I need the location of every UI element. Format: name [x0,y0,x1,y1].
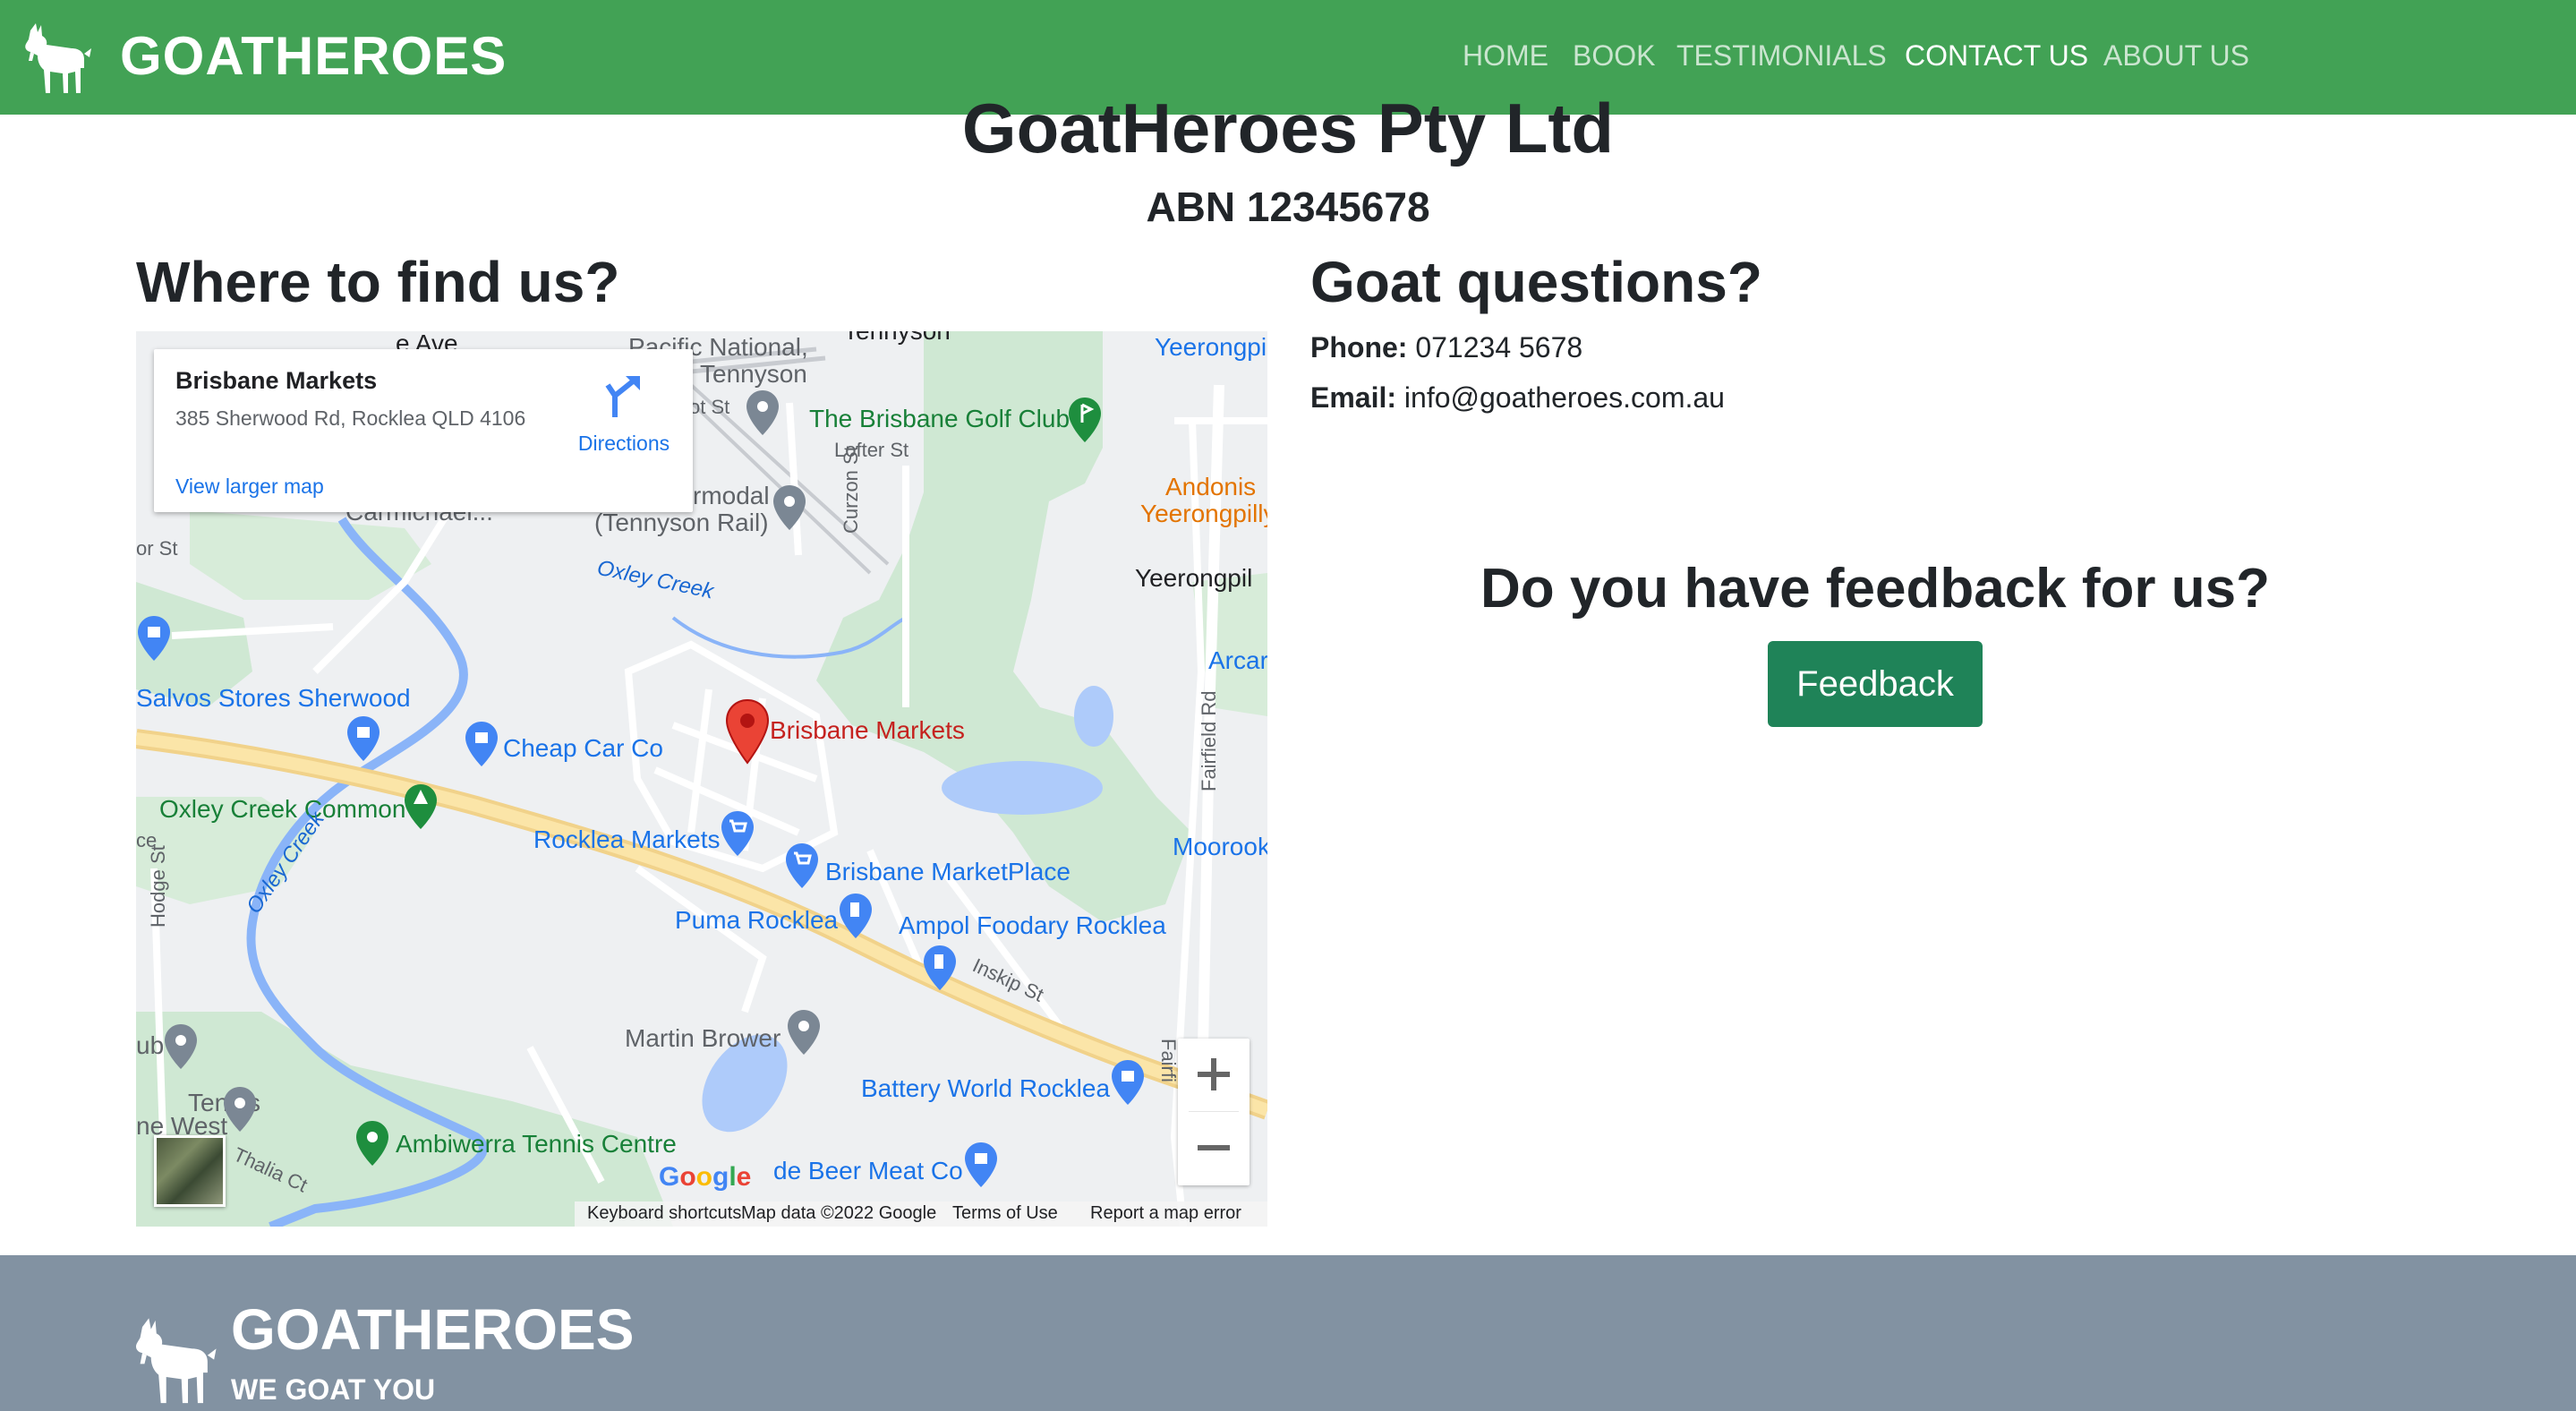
map-label: Brisbane Markets [770,716,965,744]
map-label: Hodge St [147,845,169,928]
shop-pin-icon[interactable] [963,1141,999,1189]
map-info-card: Brisbane Markets 385 Sherwood Rd, Rockle… [154,349,693,512]
phone-value: 071234 5678 [1415,331,1583,363]
rail-pin-icon[interactable] [772,483,807,532]
map-data-attribution: Map data ©2022 Google [741,1203,937,1223]
directions-label: Directions [577,432,670,455]
location-pin-icon[interactable] [725,698,770,765]
map-label: Cheap Car Co [503,734,663,762]
map-label: Yeerongpill [1155,333,1267,361]
map-label: de Beer Meat Co [773,1157,963,1184]
zoom-controls [1178,1039,1250,1185]
google-logo: Google [659,1162,751,1193]
nav-contact-us[interactable]: CONTACT US [1905,39,2088,73]
brand-name[interactable]: GOATHEROES [120,25,507,87]
feedback-heading: Do you have feedback for us? [1480,558,2270,620]
footer: GOATHEROES WE GOAT YOU [0,1255,2576,1411]
place-address: 385 Sherwood Rd, Rocklea QLD 4106 [175,406,526,430]
view-larger-map-link[interactable]: View larger map [175,475,324,499]
nav-book[interactable]: BOOK [1573,39,1655,73]
phone-label: Phone: [1310,331,1408,363]
map-label: Fairfield Rd [1198,690,1220,791]
fuel-pin-icon[interactable] [838,892,874,940]
map-label: Brisbane MarketPlace [825,858,1070,885]
phone-line: Phone: 071234 5678 [1310,331,1582,364]
tennis-pin-icon[interactable] [354,1119,390,1167]
map-label: Rocklea Markets [533,825,721,853]
map-label: Battery World Rocklea [861,1074,1111,1102]
email-label: Email: [1310,381,1397,414]
map-label: rmodal [693,482,770,509]
terms-of-use-link[interactable]: Terms of Use [952,1203,1058,1224]
feedback-button[interactable]: Feedback [1768,641,1983,727]
shop-pin-icon[interactable] [136,614,172,663]
google-map[interactable]: e Ave Pacific National, Tennyson Tennyso… [136,331,1267,1227]
place-title: Brisbane Markets [175,367,378,394]
zoom-in-icon[interactable] [1178,1039,1250,1110]
golf-pin-icon[interactable] [1067,396,1103,444]
footer-brand: GOATHEROES [231,1297,635,1362]
keyboard-shortcuts-link[interactable]: Keyboard shortcuts [587,1203,741,1224]
map-label: Yeerongpilly [1140,500,1267,527]
map-label: Tennyson [843,331,951,346]
email-line: Email: info@goatheroes.com.au [1310,381,1725,415]
map-label: Andonis [1165,473,1257,500]
map-label: Martin Brower [625,1024,781,1052]
park-pin-icon[interactable] [403,782,439,831]
map-label: ot St [689,396,730,418]
shop-pin-icon[interactable] [464,720,499,768]
shop-pin-icon[interactable] [345,714,381,763]
directions-button[interactable]: Directions [566,367,682,457]
map-label: Salvos Stores Sherwood [136,684,411,712]
place-pin-icon[interactable] [163,1022,199,1071]
nav-home[interactable]: HOME [1463,39,1548,73]
map-label: Puma Rocklea [675,906,839,934]
map-attribution-bar: Keyboard shortcuts Map data ©2022 Google… [575,1201,1267,1227]
map-label: or St [136,537,178,560]
report-map-error-link[interactable]: Report a map error [1090,1203,1241,1224]
map-label: Moorook [1173,833,1267,860]
find-us-heading: Where to find us? [136,250,620,314]
map-label: Tennyson [700,360,807,388]
cart-pin-icon[interactable] [720,809,755,858]
goat-logo-icon [135,1318,217,1404]
satellite-toggle-button[interactable] [154,1135,226,1207]
place-pin-icon[interactable] [222,1085,258,1133]
map-label: Ambiwerra Tennis Centre [396,1130,677,1158]
map-label: Curzon St [840,446,862,534]
map-label: Ampol Foodary Rocklea [899,911,1166,939]
map-label: Fairfi [1157,1039,1180,1082]
email-value: info@goatheroes.com.au [1403,381,1725,414]
nav-about-us[interactable]: ABOUT US [2103,39,2249,73]
rail-pin-icon[interactable] [745,389,780,437]
abn: ABN 12345678 [1146,184,1430,230]
zoom-out-icon[interactable] [1178,1112,1250,1184]
google-logo-text: Google [659,1162,752,1192]
map-label: (Tennyson Rail) [594,509,769,536]
goat-logo-icon[interactable] [18,21,93,97]
directions-icon [605,376,640,417]
map-label: Arcar [1208,646,1267,674]
map-label: Oxley Creek Common [159,795,406,823]
map-label: Yeerongpil [1135,564,1253,592]
place-pin-icon[interactable] [786,1008,822,1056]
map-label: The Brisbane Golf Club [809,405,1070,432]
map-label: ub [136,1031,165,1059]
nav-testimonials[interactable]: TESTIMONIALS [1676,39,1887,73]
company-name: GoatHeroes Pty Ltd [961,89,1615,167]
cart-pin-icon[interactable] [784,842,820,890]
fuel-pin-icon[interactable] [922,944,958,992]
contact-heading: Goat questions? [1310,250,1762,314]
footer-tagline: WE GOAT YOU [231,1373,436,1406]
shop-pin-icon[interactable] [1110,1058,1146,1107]
